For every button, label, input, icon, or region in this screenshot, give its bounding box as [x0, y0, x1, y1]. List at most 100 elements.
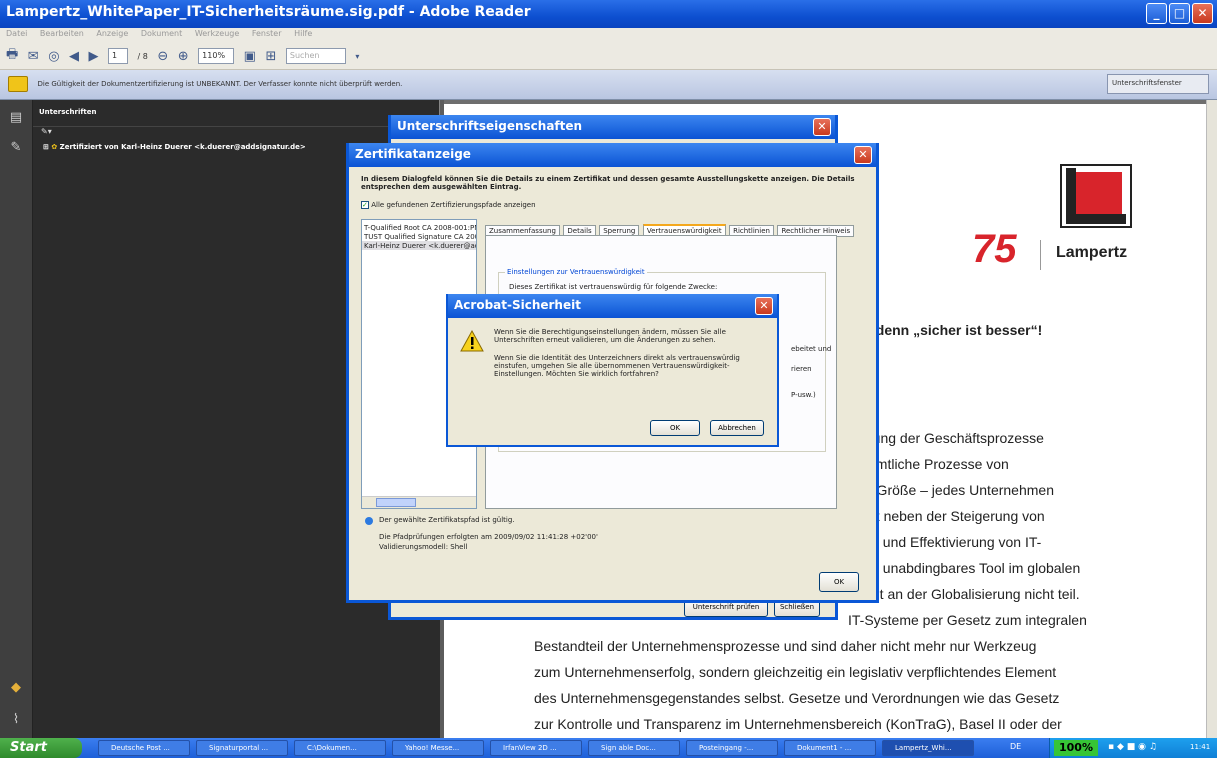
- document-line: rung der Geschäftsprozesse: [868, 430, 1044, 446]
- vertical-scrollbar[interactable]: [1206, 100, 1217, 738]
- menu-help[interactable]: Hilfe: [294, 29, 312, 38]
- dialog-title: Zertifikatanzeige: [355, 147, 471, 161]
- fit-page-icon[interactable]: ▣: [244, 49, 256, 64]
- trust-text-fragment: ebeitet und: [791, 345, 832, 353]
- trust-text-fragment: P-usw.): [791, 391, 816, 399]
- window-title: Lampertz_WhitePaper_IT-Sicherheitsräume.…: [6, 4, 531, 20]
- taskbar-item[interactable]: IrfanView 2D ...: [490, 740, 582, 756]
- dialog-titlebar[interactable]: Zertifikatanzeige ✕: [349, 143, 876, 167]
- zoom-field[interactable]: 110%: [198, 48, 235, 64]
- warning-icon: [460, 329, 484, 352]
- taskbar-item[interactable]: Dokument1 - ...: [784, 740, 876, 756]
- chain-item-selected[interactable]: Karl-Heinz Duerer <k.duerer@add: [362, 241, 476, 250]
- signature-panel-button[interactable]: Unterschriftsfenster: [1107, 74, 1209, 94]
- collaborate-icon[interactable]: ◎: [48, 49, 59, 64]
- fit-width-icon[interactable]: ⊞: [265, 49, 276, 64]
- dialog-titlebar[interactable]: Acrobat-Sicherheit ✕: [448, 294, 777, 318]
- document-line: nt neben der Steigerung von: [868, 508, 1045, 524]
- trust-group-text: Dieses Zertifikat ist vertrauenswürdig f…: [509, 283, 718, 291]
- menubar: Datei Bearbeiten Anzeige Dokument Werkze…: [0, 28, 1217, 42]
- document-line: r Größe – jedes Unternehmen: [868, 482, 1054, 498]
- dialog-title: Acrobat-Sicherheit: [454, 298, 581, 312]
- document-line: Bestandteil der Unternehmensprozesse und…: [534, 638, 1037, 654]
- ok-button[interactable]: OK: [819, 572, 859, 592]
- navigation-strip: ▤ ✎ ◆ ⌇: [0, 100, 33, 738]
- menu-tools[interactable]: Werkzeuge: [195, 29, 239, 38]
- validation-model: Validierungsmodell: Shell: [379, 543, 468, 551]
- minimize-button[interactable]: _: [1146, 3, 1167, 24]
- acrobat-security-dialog: Acrobat-Sicherheit ✕ Wenn Sie die Berech…: [446, 294, 779, 447]
- expand-icon[interactable]: ⊞: [43, 143, 49, 151]
- system-tray: 100% ▪ ◆ ■ ◉ ♫ 11:41: [1049, 738, 1217, 758]
- document-line: des Unternehmensgegenstandes selbst. Ges…: [534, 690, 1060, 706]
- dialog-intro: In diesem Dialogfeld können Sie die Deta…: [361, 175, 855, 191]
- comments-icon[interactable]: ◆: [8, 680, 24, 696]
- document-message-bar: Die Gültigkeit der Dokumentzertifizierun…: [0, 70, 1217, 100]
- checkbox-label: Alle gefundenen Zertifizierungspfade anz…: [371, 201, 536, 209]
- window-titlebar[interactable]: Lampertz_WhitePaper_IT-Sicherheitsräume.…: [0, 0, 1217, 28]
- close-icon[interactable]: ✕: [755, 297, 773, 315]
- next-page-icon[interactable]: ▶: [89, 49, 99, 64]
- maximize-button[interactable]: □: [1169, 3, 1190, 24]
- signatures-icon[interactable]: ✎: [8, 140, 24, 156]
- menu-file[interactable]: Datei: [6, 29, 27, 38]
- taskbar-item[interactable]: Posteingang -...: [686, 740, 778, 756]
- zoom-out-icon[interactable]: ⊖: [157, 49, 168, 64]
- language-indicator[interactable]: DE: [1010, 742, 1021, 751]
- path-status-text: Der gewählte Zertifikatspfad ist gültig.: [379, 516, 515, 524]
- close-button[interactable]: ✕: [1192, 3, 1213, 24]
- menu-window[interactable]: Fenster: [252, 29, 282, 38]
- zoom-indicator[interactable]: 100%: [1054, 740, 1098, 756]
- tray-icons[interactable]: ▪ ◆ ■ ◉ ♫: [1108, 742, 1157, 752]
- document-line: in unabdingbares Tool im globalen: [868, 560, 1081, 576]
- menu-document[interactable]: Dokument: [141, 29, 182, 38]
- start-button[interactable]: Start: [0, 738, 82, 758]
- menu-edit[interactable]: Bearbeiten: [40, 29, 84, 38]
- checkbox-icon[interactable]: ✓: [361, 201, 369, 209]
- document-heading: , denn „sicher ist besser“!: [868, 322, 1043, 338]
- path-check-info: Die Pfadprüfungen erfolgten am 2009/09/0…: [379, 533, 598, 541]
- page-total: / 8: [137, 51, 148, 61]
- document-line: IT-Systeme per Gesetz zum integralen: [848, 612, 1087, 628]
- logo-divider: [1040, 240, 1041, 270]
- ok-button[interactable]: OK: [650, 420, 700, 436]
- signature-tree-label: Zertifiziert von Karl-Heinz Duerer <k.du…: [59, 143, 306, 151]
- document-line: ämtliche Prozesse von: [868, 456, 1009, 472]
- attachments-icon[interactable]: ⌇: [8, 712, 24, 728]
- previous-page-icon[interactable]: ◀: [69, 49, 79, 64]
- warning-icon: [8, 76, 28, 92]
- security-message-1: Wenn Sie die Berechtigungseinstellungen …: [494, 328, 726, 344]
- page-number-field[interactable]: 1: [108, 48, 129, 64]
- search-field[interactable]: Suchen: [285, 48, 346, 64]
- zoom-in-icon[interactable]: ⊕: [178, 49, 189, 64]
- taskbar-item[interactable]: Deutsche Post ...: [98, 740, 190, 756]
- horizontal-scrollbar[interactable]: [362, 496, 476, 508]
- taskbar-item[interactable]: C:\Dokumen...: [294, 740, 386, 756]
- search-dropdown-icon[interactable]: ▾: [355, 52, 359, 61]
- clock[interactable]: 11:41: [1190, 743, 1210, 751]
- close-icon[interactable]: ✕: [813, 118, 831, 136]
- print-icon[interactable]: 🖶: [6, 45, 18, 67]
- show-all-paths-checkbox[interactable]: ✓ Alle gefundenen Zertifizierungspfade a…: [361, 201, 536, 209]
- document-line: ig und Effektivierung von IT-: [868, 534, 1042, 550]
- menu-view[interactable]: Anzeige: [96, 29, 128, 38]
- taskbar-item-active[interactable]: Lampertz_Whi...: [882, 740, 974, 756]
- taskbar-item[interactable]: Sign able Doc...: [588, 740, 680, 756]
- pages-icon[interactable]: ▤: [8, 110, 24, 126]
- panel-options-icon[interactable]: ✎▾: [33, 126, 439, 140]
- toolbar: 🖶 ✉ ◎ ◀ ▶ 1 / 8 ⊖ ⊕ 110% ▣ ⊞ Suchen ▾: [0, 42, 1217, 70]
- cancel-button[interactable]: Abbrechen: [710, 420, 764, 436]
- email-icon[interactable]: ✉: [28, 49, 39, 64]
- valid-status-icon: [365, 517, 373, 525]
- dialog-titlebar[interactable]: Unterschriftseigenschaften ✕: [391, 115, 835, 139]
- security-message-2: Wenn Sie die Identität des Unterzeichner…: [494, 354, 740, 378]
- close-icon[interactable]: ✕: [854, 146, 872, 164]
- document-line: zum Unternehmenserfolg, sondern gleichze…: [534, 664, 1057, 680]
- taskbar-item[interactable]: Yahoo! Messe...: [392, 740, 484, 756]
- chain-item[interactable]: T-Qualified Root CA 2008-001:PN: [362, 220, 476, 232]
- taskbar-item[interactable]: Signaturportal ...: [196, 740, 288, 756]
- dialog-title: Unterschriftseigenschaften: [397, 119, 583, 133]
- document-line: zur Kontrolle und Transparenz im Unterne…: [534, 716, 1062, 732]
- scrollbar-thumb[interactable]: [376, 498, 416, 507]
- chain-item[interactable]: TUST Qualified Signature CA 2008: [362, 232, 476, 241]
